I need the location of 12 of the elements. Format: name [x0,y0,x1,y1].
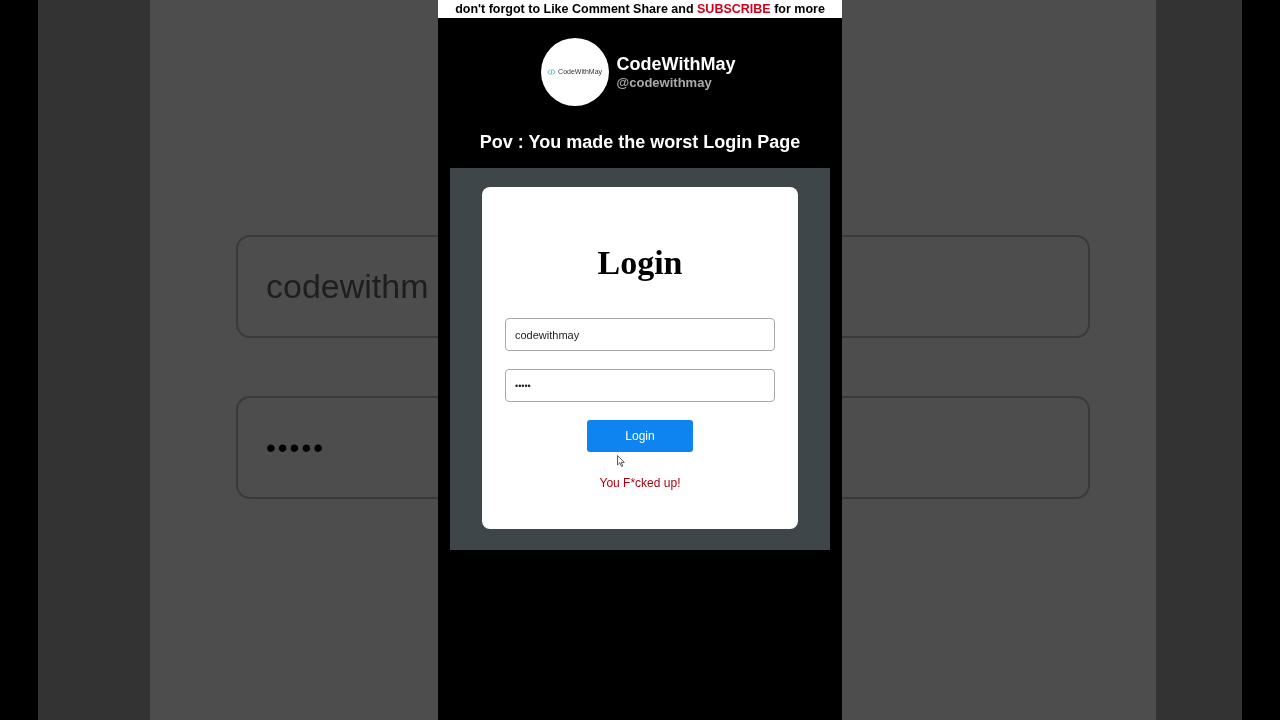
video-caption: Pov : You made the worst Login Page [479,131,801,154]
error-message: You F*cked up! [599,475,681,492]
blurred-field-text: ••••• [266,430,325,465]
subscribe-banner: don't forgot to Like Comment Share and SUBSCRIBE for more [438,0,842,18]
channel-name: CodeWithMay [616,53,736,75]
code-icon [547,69,557,75]
username-field[interactable]: codewithmay [505,318,775,351]
login-title: Login [597,243,683,283]
password-field[interactable]: ••••• [505,369,775,402]
channel-handle: @codewithmay [616,75,713,91]
login-button[interactable]: Login [587,420,693,452]
cursor-icon [617,455,625,467]
